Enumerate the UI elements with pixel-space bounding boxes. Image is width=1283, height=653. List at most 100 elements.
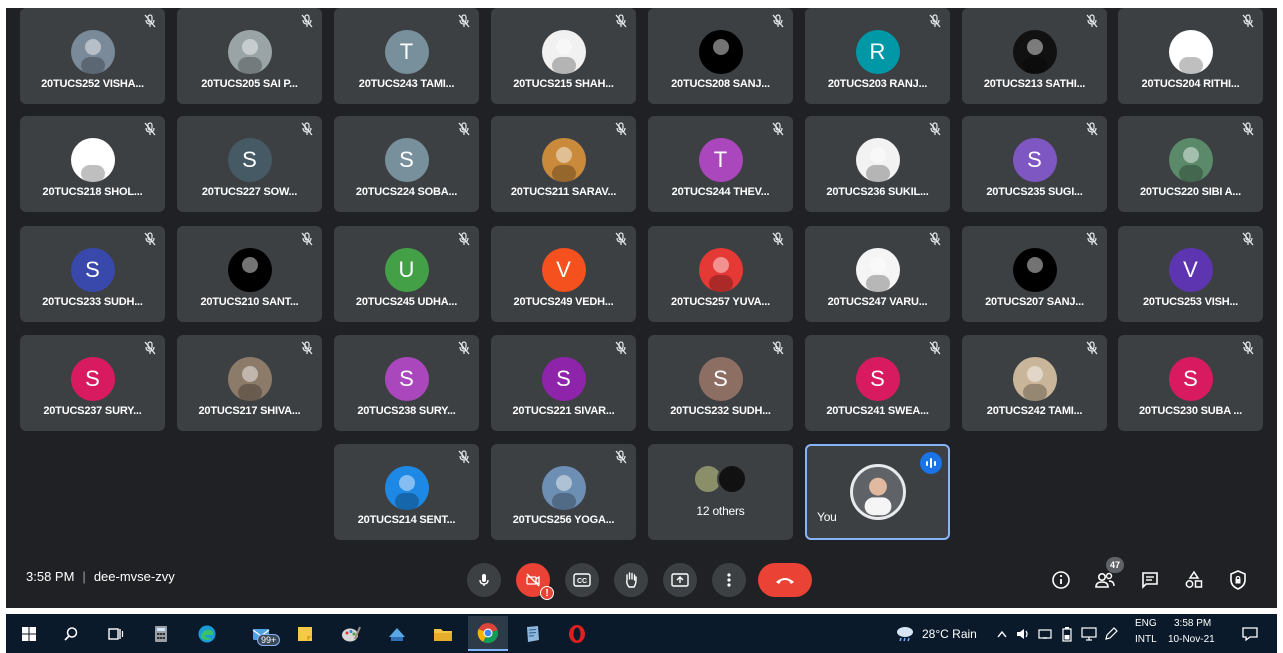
participant-tile[interactable]: R 20TUCS203 RANJ... — [805, 8, 950, 104]
participant-avatar — [227, 248, 272, 292]
meeting-details-button[interactable] — [1048, 567, 1074, 593]
participant-tile[interactable]: 20TUCS256 YOGA... — [491, 444, 636, 540]
participant-name: 20TUCS207 SANJ... — [985, 296, 1084, 308]
participant-avatar: S — [1012, 138, 1057, 182]
network-button[interactable] — [1035, 621, 1055, 647]
volume-button[interactable] — [1013, 621, 1033, 647]
clock-time[interactable]: 3:58 PM — [1174, 618, 1211, 629]
mic-muted-icon — [928, 122, 942, 136]
participant-tile[interactable]: T 20TUCS244 THEV... — [648, 116, 793, 212]
participant-tile[interactable]: S 20TUCS238 SURY... — [334, 335, 479, 431]
clock-date[interactable]: 10-Nov-21 — [1168, 634, 1215, 645]
participant-avatar — [1168, 138, 1213, 182]
self-tile[interactable]: You — [805, 444, 950, 540]
sticky-notes-app[interactable] — [292, 621, 318, 647]
participant-tile[interactable]: 20TUCS208 SANJ... — [648, 8, 793, 104]
pen-button[interactable] — [1101, 621, 1121, 647]
participant-tile[interactable]: 20TUCS242 TAMI... — [962, 335, 1107, 431]
calculator-app[interactable] — [148, 621, 174, 647]
participant-tile[interactable]: 20TUCS204 RITHI... — [1118, 8, 1263, 104]
others-tile[interactable]: 12 others — [648, 444, 793, 540]
camera-button[interactable]: ! — [516, 563, 554, 600]
people-button[interactable]: 47 — [1092, 557, 1124, 593]
task-view-button[interactable] — [102, 621, 128, 647]
participant-tile[interactable]: 20TUCS247 VARU... — [805, 226, 950, 322]
chrome-app[interactable] — [468, 616, 508, 651]
participant-tile[interactable]: 20TUCS236 SUKIL... — [805, 116, 950, 212]
participant-tile[interactable]: 20TUCS211 SARAV... — [491, 116, 636, 212]
participant-name: 20TUCS241 SWEA... — [826, 405, 929, 417]
participant-tile[interactable]: S 20TUCS237 SURY... — [20, 335, 165, 431]
others-avatar — [716, 464, 747, 494]
participant-tile[interactable]: 20TUCS210 SANT... — [177, 226, 322, 322]
present-button[interactable] — [663, 563, 697, 597]
participant-avatar — [227, 30, 272, 74]
participant-tile[interactable]: S 20TUCS235 SUGI... — [962, 116, 1107, 212]
search-icon — [64, 627, 78, 641]
notification-center-button[interactable] — [1237, 621, 1263, 647]
opera-app[interactable] — [564, 621, 590, 647]
file-explorer-app[interactable] — [430, 621, 456, 647]
participant-tile[interactable]: V 20TUCS249 VEDH... — [491, 226, 636, 322]
participant-tile[interactable]: S 20TUCS221 SIVAR... — [491, 335, 636, 431]
participant-tile[interactable]: 20TUCS213 SATHI... — [962, 8, 1107, 104]
chat-button[interactable] — [1137, 567, 1163, 593]
mic-muted-icon — [771, 122, 785, 136]
participant-tile[interactable]: 20TUCS218 SHOL... — [20, 116, 165, 212]
participant-tile[interactable]: T 20TUCS243 TAMI... — [334, 8, 479, 104]
shield-lock-icon — [1230, 570, 1246, 590]
participant-avatar: V — [541, 248, 586, 292]
leave-call-button[interactable] — [758, 563, 812, 597]
pinned-app[interactable] — [520, 621, 546, 647]
activities-button[interactable] — [1181, 567, 1207, 593]
participant-tile[interactable]: 20TUCS205 SAI P... — [177, 8, 322, 104]
mic-muted-icon — [771, 14, 785, 28]
mail-notification-badge: 99+ — [257, 634, 281, 646]
participant-name: 20TUCS204 RITHI... — [1141, 78, 1240, 90]
participant-avatar: S — [384, 357, 429, 401]
search-button[interactable] — [58, 621, 84, 647]
participant-avatar — [1168, 30, 1213, 74]
participant-tile[interactable]: 20TUCS257 YUVA... — [648, 226, 793, 322]
app-icon — [389, 628, 405, 641]
weather-widget[interactable] — [892, 621, 918, 647]
host-controls-button[interactable] — [1225, 567, 1251, 593]
participant-tile[interactable]: 20TUCS220 SIBI A... — [1118, 116, 1263, 212]
start-button[interactable] — [16, 621, 42, 647]
participant-tile[interactable]: S 20TUCS224 SOBA... — [334, 116, 479, 212]
language-code[interactable]: ENG — [1135, 618, 1157, 629]
participant-tile[interactable]: 20TUCS207 SANJ... — [962, 226, 1107, 322]
mic-muted-icon — [457, 450, 471, 464]
more-options-button[interactable] — [712, 563, 746, 597]
participant-avatar: S — [855, 357, 900, 401]
participant-tile[interactable]: S 20TUCS230 SUBA ... — [1118, 335, 1263, 431]
participant-tile[interactable]: 20TUCS252 VISHA... — [20, 8, 165, 104]
edge-app[interactable] — [194, 621, 220, 647]
participant-tile[interactable]: S 20TUCS233 SUDH... — [20, 226, 165, 322]
meeting-code: dee-mvse-zvy — [93, 569, 175, 584]
participant-tile[interactable]: S 20TUCS227 SOW... — [177, 116, 322, 212]
keyboard-layout[interactable]: INTL — [1135, 634, 1157, 645]
participant-avatar — [227, 357, 272, 401]
participant-tile[interactable]: S 20TUCS232 SUDH... — [648, 335, 793, 431]
battery-button[interactable] — [1057, 621, 1077, 647]
raise-hand-button[interactable] — [614, 563, 648, 597]
participant-avatar — [384, 466, 429, 510]
display-button[interactable] — [1079, 621, 1099, 647]
participant-avatar: V — [1168, 248, 1213, 292]
participant-tile[interactable]: 20TUCS215 SHAH... — [491, 8, 636, 104]
participant-tile[interactable]: S 20TUCS241 SWEA... — [805, 335, 950, 431]
participant-avatar — [1012, 357, 1057, 401]
captions-button[interactable]: CC — [565, 563, 599, 597]
participant-tile[interactable]: V 20TUCS253 VISH... — [1118, 226, 1263, 322]
paint-app[interactable] — [338, 621, 364, 647]
mic-button[interactable] — [467, 563, 501, 597]
mic-muted-icon — [1241, 341, 1255, 355]
show-hidden-icons-button[interactable] — [993, 621, 1011, 647]
mic-muted-icon — [614, 122, 628, 136]
participant-tile[interactable]: U 20TUCS245 UDHA... — [334, 226, 479, 322]
store-app[interactable] — [384, 621, 410, 647]
mail-app[interactable]: 99+ — [240, 621, 284, 647]
participant-tile[interactable]: 20TUCS214 SENT... — [334, 444, 479, 540]
participant-tile[interactable]: 20TUCS217 SHIVA... — [177, 335, 322, 431]
